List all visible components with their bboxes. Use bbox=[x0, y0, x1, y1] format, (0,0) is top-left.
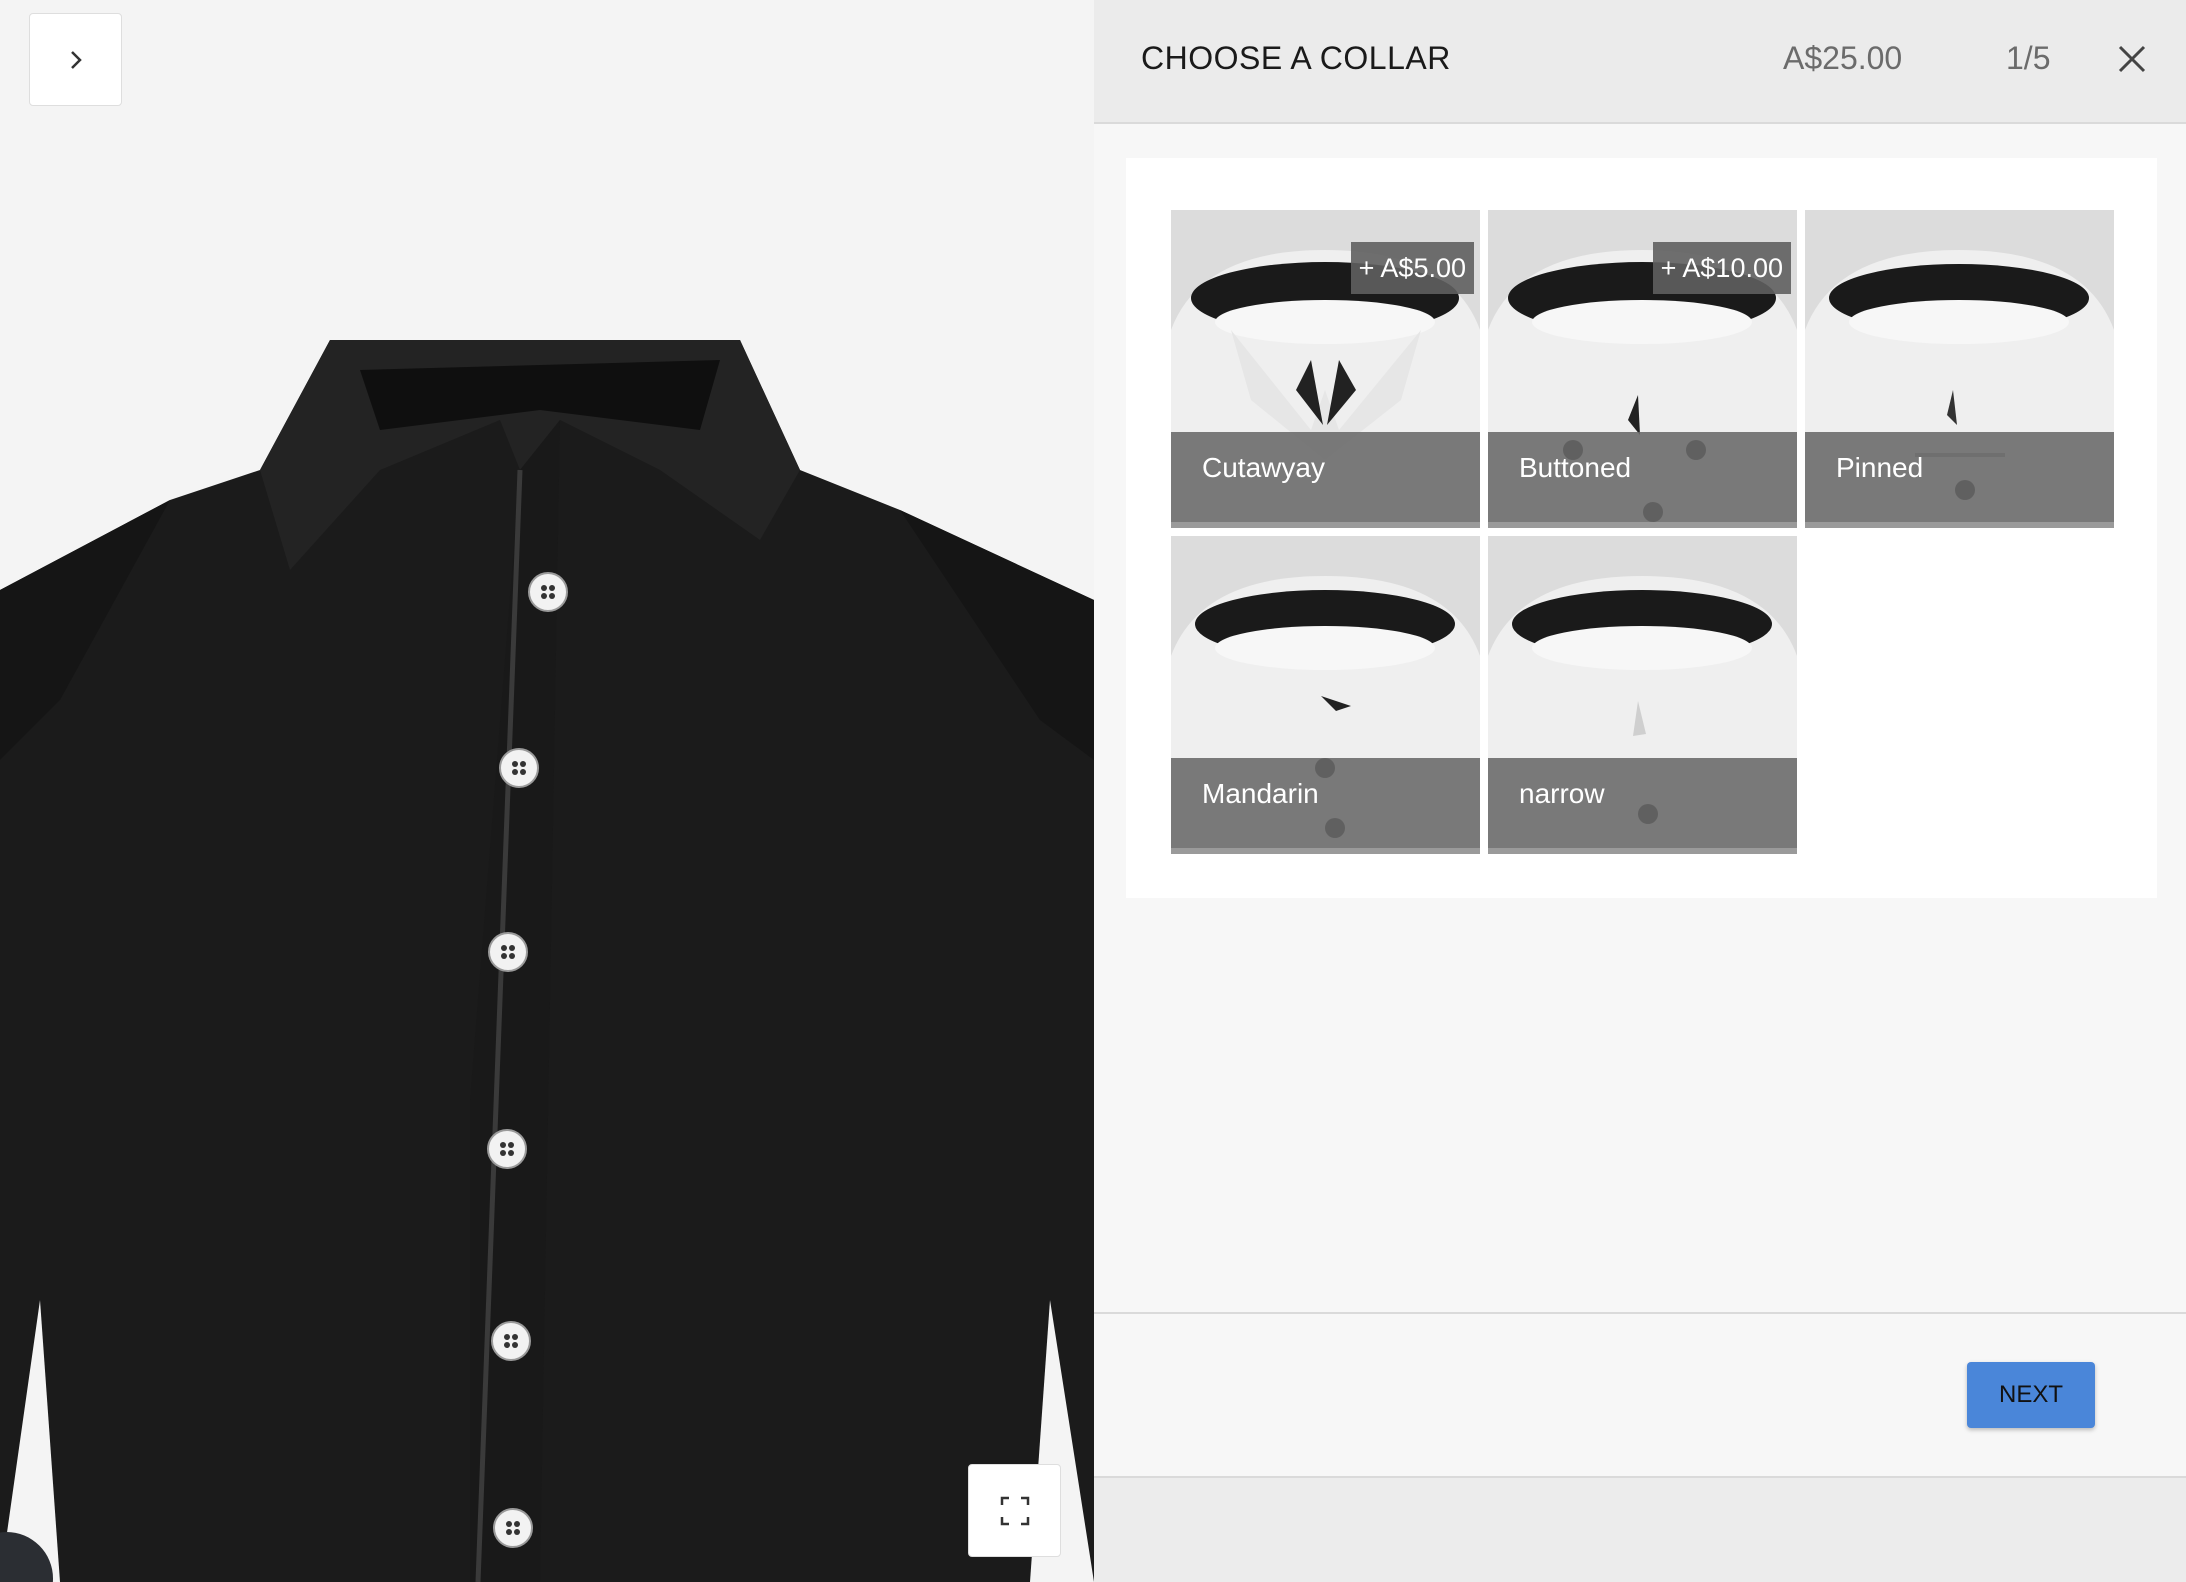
option-bottom-strip bbox=[1488, 522, 1797, 528]
option-label: Pinned bbox=[1836, 452, 1924, 483]
footer-divider bbox=[1094, 1312, 2186, 1314]
fullscreen-icon bbox=[1000, 1496, 1029, 1525]
option-bottom-strip bbox=[1171, 848, 1480, 854]
expand-panel-button[interactable] bbox=[29, 13, 122, 106]
collar-option-pinned[interactable]: Pinned bbox=[1805, 210, 2114, 528]
shirt-image bbox=[0, 340, 1094, 1582]
collar-option-cutaway[interactable]: + A$5.00 Cutawyay bbox=[1171, 210, 1480, 528]
panel-title: CHOOSE A COLLAR bbox=[1141, 40, 1451, 76]
option-bottom-strip bbox=[1488, 848, 1797, 854]
option-price-badge: + A$10.00 bbox=[1652, 242, 1791, 294]
panel-header: CHOOSE A COLLAR A$25.00 1/5 bbox=[1094, 0, 2186, 124]
step-indicator: 1/5 bbox=[2006, 40, 2051, 76]
next-button[interactable]: NEXT bbox=[1967, 1362, 2095, 1428]
close-icon[interactable] bbox=[2111, 38, 2153, 80]
option-label: Cutawyay bbox=[1202, 452, 1325, 483]
collar-panel: CHOOSE A COLLAR A$25.00 1/5 + A$5.00 Cut… bbox=[1094, 0, 2186, 1582]
collar-option-narrow[interactable]: narrow bbox=[1488, 536, 1797, 854]
option-price-badge: + A$5.00 bbox=[1350, 242, 1474, 294]
fullscreen-button[interactable] bbox=[968, 1464, 1061, 1557]
option-bottom-strip bbox=[1805, 522, 2114, 528]
panel-bottom-bar bbox=[1094, 1476, 2186, 1582]
total-price: A$25.00 bbox=[1783, 40, 1903, 76]
chevron-right-icon bbox=[70, 50, 82, 69]
option-label: Mandarin bbox=[1202, 778, 1319, 809]
collar-option-mandarin[interactable]: Mandarin bbox=[1171, 536, 1480, 854]
collar-option-buttoned[interactable]: + A$10.00 Buttoned bbox=[1488, 210, 1797, 528]
option-bottom-strip bbox=[1171, 522, 1480, 528]
option-label: narrow bbox=[1519, 778, 1605, 809]
collar-options: + A$5.00 Cutawyay + A$10.00 Buttoned Pin… bbox=[1126, 158, 2157, 898]
option-label: Buttoned bbox=[1519, 452, 1632, 483]
shirt-preview[interactable] bbox=[0, 0, 1094, 1582]
